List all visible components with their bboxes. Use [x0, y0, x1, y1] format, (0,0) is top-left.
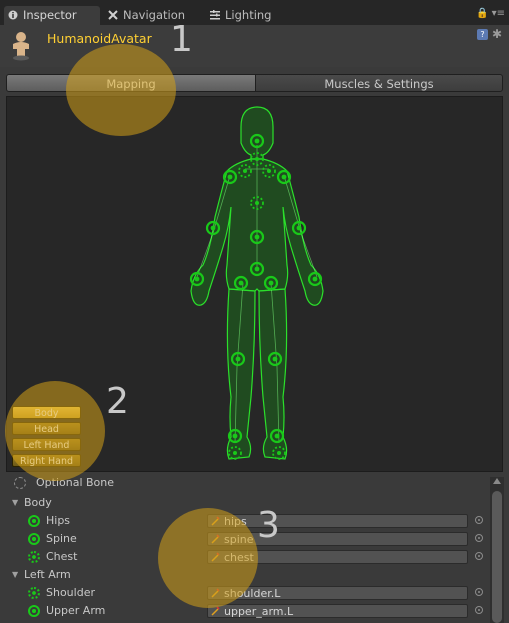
group-label: Left Arm: [24, 568, 71, 581]
object-picker-icon[interactable]: [475, 552, 483, 560]
tab-navigation[interactable]: Navigation: [108, 6, 185, 25]
tab-muscles-settings[interactable]: Muscles & Settings: [255, 74, 503, 92]
optional-bone-label: Optional Bone: [36, 476, 115, 489]
window-tab-strip: Inspector Navigation Lighting 🔒 ▾≡: [0, 0, 509, 25]
asset-title: HumanoidAvatar: [47, 31, 152, 46]
bone-object-field[interactable]: spine: [207, 532, 468, 546]
foldout-triangle-icon[interactable]: ▼: [12, 494, 18, 512]
body-silhouette: [189, 106, 324, 460]
transform-icon: [211, 516, 220, 526]
bone-row-upper-arm: Upper Arm upper_arm.L: [0, 602, 490, 620]
bone-status-icon: [28, 587, 40, 599]
bone-object-field[interactable]: hips: [207, 514, 468, 528]
mode-toolbar: Mapping Muscles & Settings: [6, 74, 503, 93]
bone-label: Shoulder: [46, 586, 95, 599]
bone-label: Chest: [46, 550, 78, 563]
bone-status-icon: [28, 605, 40, 617]
bone-status-icon: [28, 515, 40, 527]
window-menu[interactable]: 🔒 ▾≡: [476, 8, 505, 19]
body-part-right-hand-button[interactable]: Right Hand: [12, 454, 81, 467]
bone-row-hips: Hips hips: [0, 512, 490, 530]
bone-label: Spine: [46, 532, 77, 545]
body-part-left-hand-button[interactable]: Left Hand: [12, 438, 81, 451]
group-header-body[interactable]: ▼ Body: [0, 494, 490, 512]
transform-icon: [211, 606, 220, 616]
list-scrollbar[interactable]: [490, 477, 504, 623]
bone-value: shoulder.L: [224, 587, 281, 600]
scrollbar-thumb[interactable]: [492, 491, 502, 623]
optional-bone-icon: [14, 477, 26, 489]
bone-object-field[interactable]: shoulder.L: [207, 586, 468, 600]
tab-mapping[interactable]: Mapping: [6, 74, 256, 92]
transform-icon: [211, 552, 220, 562]
tab-inspector[interactable]: Inspector: [4, 6, 100, 25]
info-icon: [8, 7, 18, 20]
object-picker-icon[interactable]: [475, 588, 483, 596]
object-picker-icon[interactable]: [475, 606, 483, 614]
bone-row-chest: Chest chest: [0, 548, 490, 566]
bone-object-field[interactable]: upper_arm.L: [207, 604, 468, 618]
bone-status-icon: [28, 533, 40, 545]
transform-icon: [211, 534, 220, 544]
bone-label: Upper Arm: [46, 604, 106, 617]
tab-label: Inspector: [23, 8, 77, 22]
transform-icon: [211, 588, 220, 598]
foldout-triangle-icon[interactable]: ▼: [12, 566, 18, 584]
object-picker-icon[interactable]: [475, 516, 483, 524]
inspector-header: HumanoidAvatar ? ✱: [0, 25, 509, 67]
body-part-head-button[interactable]: Head: [12, 422, 81, 435]
lighting-icon: [210, 7, 220, 20]
bone-value: chest: [224, 551, 254, 564]
optional-bone-legend: Optional Bone: [0, 474, 490, 492]
object-picker-icon[interactable]: [475, 534, 483, 542]
tab-lighting[interactable]: Lighting: [210, 6, 271, 25]
gear-icon[interactable]: ✱: [492, 28, 503, 40]
bone-value: spine: [224, 533, 254, 546]
help-book-icon[interactable]: ?: [477, 29, 488, 40]
scroll-up-arrow-icon[interactable]: [493, 478, 501, 484]
avatar-body-view: Body Head Left Hand Right Hand: [6, 96, 503, 472]
bone-status-icon: [28, 551, 40, 563]
bone-row-spine: Spine spine: [0, 530, 490, 548]
menu-icon[interactable]: ▾≡: [492, 8, 505, 19]
group-header-left-arm[interactable]: ▼ Left Arm: [0, 566, 490, 584]
avatar-icon: [13, 32, 29, 61]
bone-value: hips: [224, 515, 247, 528]
bone-label: Hips: [46, 514, 71, 527]
navigation-icon: [108, 7, 118, 20]
bone-object-field[interactable]: chest: [207, 550, 468, 564]
body-part-body-button[interactable]: Body: [12, 406, 81, 419]
bone-mapping-list: Optional Bone ▼ Body Hips hips Spine spi…: [0, 473, 509, 623]
bone-value: upper_arm.L: [224, 605, 294, 618]
tab-label: Lighting: [225, 8, 272, 22]
group-label: Body: [24, 496, 52, 509]
tab-label: Navigation: [123, 8, 186, 22]
lock-icon[interactable]: 🔒: [476, 8, 488, 19]
bone-row-shoulder: Shoulder shoulder.L: [0, 584, 490, 602]
